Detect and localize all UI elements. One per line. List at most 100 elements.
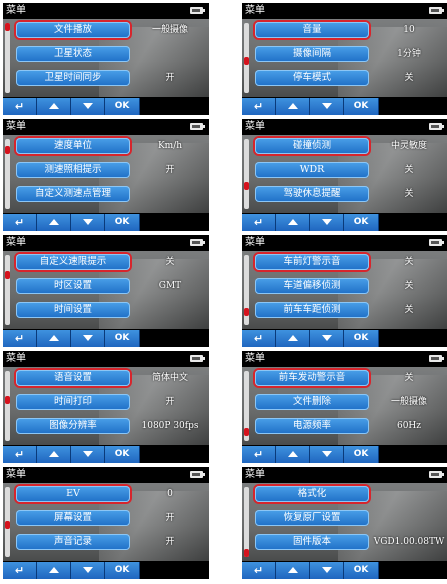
down-button[interactable] [310, 98, 344, 115]
menu-item[interactable]: 音量 10 [252, 21, 447, 40]
menu-item-button[interactable]: 停车模式 [255, 70, 369, 86]
scrollbar-thumb[interactable] [244, 182, 249, 190]
menu-item[interactable]: 恢复原厂设置 [252, 509, 447, 528]
menu-item[interactable]: EV 0 [13, 485, 209, 504]
scrollbar-thumb[interactable] [5, 271, 10, 279]
menu-item-button[interactable]: 语音设置 [16, 370, 130, 386]
menu-item[interactable]: 自定义测速点管理 [13, 185, 209, 204]
menu-item[interactable]: 文件播放 一般摄像 [13, 21, 209, 40]
up-button[interactable] [37, 98, 71, 115]
scrollbar-thumb[interactable] [244, 549, 249, 557]
menu-item[interactable]: WDR 关 [252, 161, 447, 180]
menu-scrollbar[interactable] [244, 487, 249, 557]
menu-item-button[interactable]: 测速照相提示 [16, 162, 130, 178]
menu-item-button[interactable]: 速度单位 [16, 138, 130, 154]
back-button[interactable]: ↵ [242, 446, 276, 463]
menu-item-button[interactable]: 文件删除 [255, 394, 369, 410]
menu-item[interactable]: 文件删除 一般摄像 [252, 393, 447, 412]
up-button[interactable] [37, 562, 71, 579]
menu-item-button[interactable]: 卫星状态 [16, 46, 130, 62]
ok-button[interactable]: OK [105, 562, 140, 579]
down-button[interactable] [71, 98, 105, 115]
back-button[interactable]: ↵ [3, 446, 37, 463]
menu-item-button[interactable]: 前车车距侦测 [255, 302, 369, 318]
menu-item-button[interactable]: 时间打印 [16, 394, 130, 410]
menu-scrollbar[interactable] [5, 371, 10, 441]
menu-item-button[interactable]: 驾驶休息提醒 [255, 186, 369, 202]
menu-item[interactable]: 碰撞侦测 中灵敏度 [252, 137, 447, 156]
ok-button[interactable]: OK [105, 98, 140, 115]
ok-button[interactable]: OK [105, 214, 140, 231]
back-button[interactable]: ↵ [3, 562, 37, 579]
menu-item[interactable]: 时区设置 GMT [13, 277, 209, 296]
up-button[interactable] [37, 330, 71, 347]
menu-scrollbar[interactable] [5, 139, 10, 209]
menu-item-button[interactable]: 卫星时间同步 [16, 70, 130, 86]
menu-scrollbar[interactable] [5, 255, 10, 325]
menu-item[interactable]: 驾驶休息提醒 关 [252, 185, 447, 204]
scrollbar-thumb[interactable] [244, 57, 249, 65]
menu-scrollbar[interactable] [5, 23, 10, 93]
scrollbar-thumb[interactable] [244, 428, 249, 436]
up-button[interactable] [276, 330, 310, 347]
menu-item-button[interactable]: 车前灯警示音 [255, 254, 369, 270]
menu-item-button[interactable]: 文件播放 [16, 22, 130, 38]
back-button[interactable]: ↵ [242, 214, 276, 231]
menu-item[interactable]: 车前灯警示音 关 [252, 253, 447, 272]
menu-item-button[interactable]: WDR [255, 162, 369, 178]
menu-item-button[interactable]: 图像分辨率 [16, 418, 130, 434]
menu-item[interactable]: 格式化 [252, 485, 447, 504]
down-button[interactable] [310, 214, 344, 231]
menu-scrollbar[interactable] [5, 487, 10, 557]
up-button[interactable] [276, 446, 310, 463]
ok-button[interactable]: OK [344, 562, 379, 579]
menu-item-button[interactable]: 电源频率 [255, 418, 369, 434]
menu-item[interactable]: 时间设置 [13, 301, 209, 320]
menu-item-button[interactable]: 固件版本 [255, 534, 369, 550]
up-button[interactable] [37, 446, 71, 463]
menu-item[interactable]: 时间打印 开 [13, 393, 209, 412]
up-button[interactable] [37, 214, 71, 231]
down-button[interactable] [310, 330, 344, 347]
menu-item[interactable]: 固件版本 VGD1.00.08TW [252, 533, 447, 552]
menu-item[interactable]: 前车车距侦测 关 [252, 301, 447, 320]
back-button[interactable]: ↵ [3, 98, 37, 115]
down-button[interactable] [71, 330, 105, 347]
menu-item-button[interactable]: 自定义测速点管理 [16, 186, 130, 202]
menu-item-button[interactable]: 音量 [255, 22, 369, 38]
menu-item[interactable]: 速度单位 Km/h [13, 137, 209, 156]
menu-item[interactable]: 语音设置 简体中文 [13, 369, 209, 388]
menu-item-button[interactable]: 摄像间隔 [255, 46, 369, 62]
menu-item-button[interactable]: 自定义速限提示 [16, 254, 130, 270]
up-button[interactable] [276, 214, 310, 231]
ok-button[interactable]: OK [105, 330, 140, 347]
back-button[interactable]: ↵ [3, 214, 37, 231]
menu-item[interactable]: 卫星时间同步 开 [13, 69, 209, 88]
back-button[interactable]: ↵ [242, 562, 276, 579]
menu-item[interactable]: 测速照相提示 开 [13, 161, 209, 180]
down-button[interactable] [310, 446, 344, 463]
menu-item-button[interactable]: 格式化 [255, 486, 369, 502]
menu-item-button[interactable]: 碰撞侦测 [255, 138, 369, 154]
scrollbar-thumb[interactable] [5, 23, 10, 31]
up-button[interactable] [276, 562, 310, 579]
menu-item[interactable]: 摄像间隔 1分钟 [252, 45, 447, 64]
ok-button[interactable]: OK [344, 98, 379, 115]
menu-item[interactable]: 卫星状态 [13, 45, 209, 64]
down-button[interactable] [71, 214, 105, 231]
menu-item-button[interactable]: EV [16, 486, 130, 502]
ok-button[interactable]: OK [344, 330, 379, 347]
ok-button[interactable]: OK [105, 446, 140, 463]
up-button[interactable] [276, 98, 310, 115]
scrollbar-thumb[interactable] [5, 146, 10, 154]
scrollbar-thumb[interactable] [5, 521, 10, 529]
back-button[interactable]: ↵ [3, 330, 37, 347]
menu-item[interactable]: 车道偏移侦测 关 [252, 277, 447, 296]
menu-item[interactable]: 电源频率 60Hz [252, 417, 447, 436]
ok-button[interactable]: OK [344, 446, 379, 463]
menu-item[interactable]: 前车发动警示音 关 [252, 369, 447, 388]
menu-item[interactable]: 屏幕设置 开 [13, 509, 209, 528]
back-button[interactable]: ↵ [242, 98, 276, 115]
down-button[interactable] [310, 562, 344, 579]
menu-item-button[interactable]: 恢复原厂设置 [255, 510, 369, 526]
